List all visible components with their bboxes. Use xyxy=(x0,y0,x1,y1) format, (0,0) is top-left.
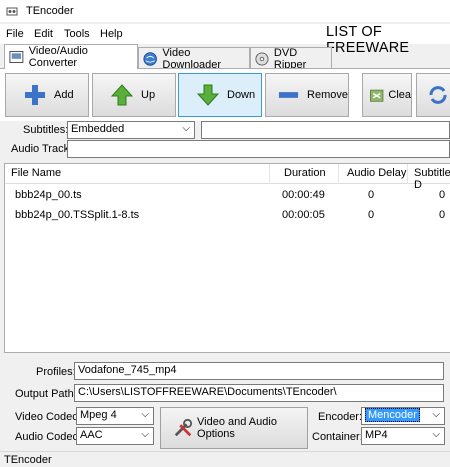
column-audio-delay[interactable]: Audio Delay xyxy=(347,167,406,179)
encoder-select[interactable]: Mencoder ⌵ xyxy=(361,407,445,425)
remove-button[interactable]: Remove xyxy=(265,73,349,117)
container-select[interactable]: MP4 ⌵ xyxy=(361,427,445,445)
column-duration[interactable]: Duration xyxy=(284,167,326,179)
table-row[interactable]: bbb24p_00.TSSplit.1-8.ts 00:00:05 0 0 xyxy=(5,206,450,226)
tab-label: Video Downloader xyxy=(162,46,222,71)
window-title: TEncoder xyxy=(26,5,74,17)
audio-track-field[interactable] xyxy=(67,140,450,158)
down-button[interactable]: Down xyxy=(178,73,262,117)
arrow-down-icon xyxy=(197,84,219,106)
chevron-down-icon: ⌵ xyxy=(182,123,190,134)
table-row[interactable]: bbb24p_00.ts 00:00:49 0 0 xyxy=(5,186,450,206)
profiles-field[interactable]: Vodafone_745_mp4 xyxy=(74,362,444,380)
audio-codec-label: Audio Codec: xyxy=(15,431,82,443)
menu-tools[interactable]: Tools xyxy=(64,28,90,40)
video-audio-options-button[interactable]: Video and Audio Options xyxy=(160,407,308,449)
menu-edit[interactable]: Edit xyxy=(34,28,53,40)
tab-dvd-ripper[interactable]: DVD Ripper xyxy=(250,46,332,71)
status-bar: TEncoder xyxy=(0,451,450,467)
encoder-label: Encoder: xyxy=(318,411,363,423)
audio-codec-select[interactable]: AAC ⌵ xyxy=(76,427,154,445)
chevron-down-icon: ⌵ xyxy=(432,409,440,420)
file-list[interactable]: File Name Duration Audio Delay Subtitle … xyxy=(4,163,450,353)
tab-video-audio-converter[interactable]: Video/Audio Converter xyxy=(4,44,138,69)
output-path-label: Output Path: xyxy=(15,388,77,400)
app-icon xyxy=(6,7,18,16)
subtitles-label: Subtitles: xyxy=(23,124,69,136)
minus-icon xyxy=(278,92,299,98)
up-button[interactable]: Up xyxy=(92,73,176,117)
menu-file[interactable]: File xyxy=(6,28,24,40)
output-path-field[interactable]: C:\Users\LISTOFFREEWARE\Documents\TEncod… xyxy=(74,384,444,402)
audio-track-label: Audio Track: xyxy=(11,143,73,155)
globe-download-icon xyxy=(143,51,157,66)
arrow-up-icon xyxy=(111,84,133,106)
title-bar: TEncoder xyxy=(0,0,450,22)
refresh-button[interactable] xyxy=(416,73,450,117)
subtitles-select[interactable]: Embedded ⌵ xyxy=(67,121,195,139)
chevron-down-icon: ⌵ xyxy=(141,429,149,440)
menu-help[interactable]: Help xyxy=(100,28,123,40)
plus-icon xyxy=(25,85,45,105)
add-button[interactable]: Add xyxy=(5,73,89,117)
tab-bar: Video/Audio Converter Video Downloader D… xyxy=(0,44,450,71)
clear-icon xyxy=(370,89,384,102)
converter-icon xyxy=(9,50,24,64)
dvd-icon xyxy=(255,51,269,66)
refresh-icon xyxy=(429,86,447,104)
tools-icon xyxy=(174,418,193,437)
file-list-header: File Name Duration Audio Delay Subtitle … xyxy=(5,164,450,191)
tab-video-downloader[interactable]: Video Downloader xyxy=(138,46,250,71)
chevron-down-icon: ⌵ xyxy=(141,409,149,420)
chevron-down-icon: ⌵ xyxy=(432,429,440,440)
toolbar: Add Up Down Remove Clea xyxy=(0,69,450,121)
tab-label: DVD Ripper xyxy=(273,46,307,71)
video-codec-select[interactable]: Mpeg 4 ⌵ xyxy=(76,407,154,425)
status-text: TEncoder xyxy=(4,454,52,466)
subtitles-file-field[interactable] xyxy=(201,121,450,139)
profiles-label: Profiles: xyxy=(36,366,76,378)
container-label: Container: xyxy=(312,431,363,443)
video-codec-label: Video Codec: xyxy=(15,411,81,423)
clear-button[interactable]: Clea xyxy=(362,73,412,117)
column-file-name[interactable]: File Name xyxy=(11,167,61,179)
tab-label: Video/Audio Converter xyxy=(28,45,88,69)
